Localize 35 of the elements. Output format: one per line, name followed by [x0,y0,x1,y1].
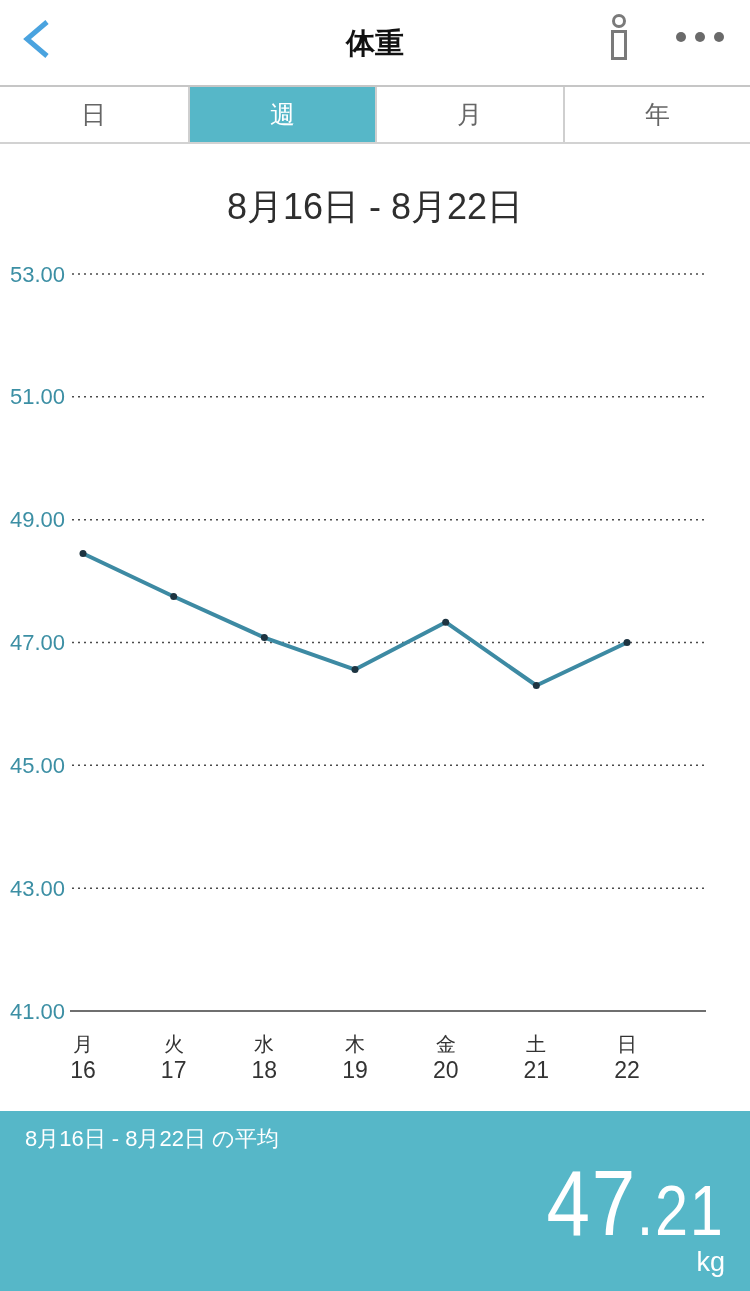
date-label: 21 [523,1057,550,1083]
y-axis-label: 41.00 [10,998,66,1024]
date-label: 16 [70,1057,96,1083]
y-axis-label: 47.00 [10,630,66,655]
y-axis-label: 43.00 [10,875,66,901]
data-point [532,682,540,689]
more-icon[interactable] [676,31,724,42]
date-label: 20 [432,1057,459,1083]
data-point [623,639,631,646]
info-icon[interactable] [610,13,628,60]
back-icon[interactable] [22,18,50,59]
weekday-label: 水 [254,1033,275,1055]
screen-title: 体重 [346,25,404,61]
date-label: 18 [251,1057,278,1083]
date-label: 17 [160,1057,187,1083]
y-axis-label: 53.00 [10,261,66,287]
date-label: 22 [614,1057,640,1083]
weekday-label: 月 [73,1033,93,1055]
weekday-label: 木 [345,1033,365,1055]
weekday-label: 日 [617,1033,637,1055]
data-point [79,549,87,557]
y-axis-label: 45.00 [10,752,66,778]
weekday-label: 土 [526,1033,547,1055]
data-point [351,666,359,673]
data-point [170,592,178,600]
date-label: 19 [342,1057,368,1083]
data-point [442,618,450,626]
y-axis-label: 51.00 [10,384,66,410]
average-label: 8月16日 - 8月22日 の平均 [25,1125,280,1153]
unit-label: kg [696,1249,725,1276]
y-axis-label: 49.00 [10,507,66,533]
data-point [260,634,268,642]
weekday-label: 金 [435,1033,456,1055]
weekday-label: 火 [163,1033,184,1055]
date-range-title: 8月16日 - 8月22日 [226,185,524,229]
